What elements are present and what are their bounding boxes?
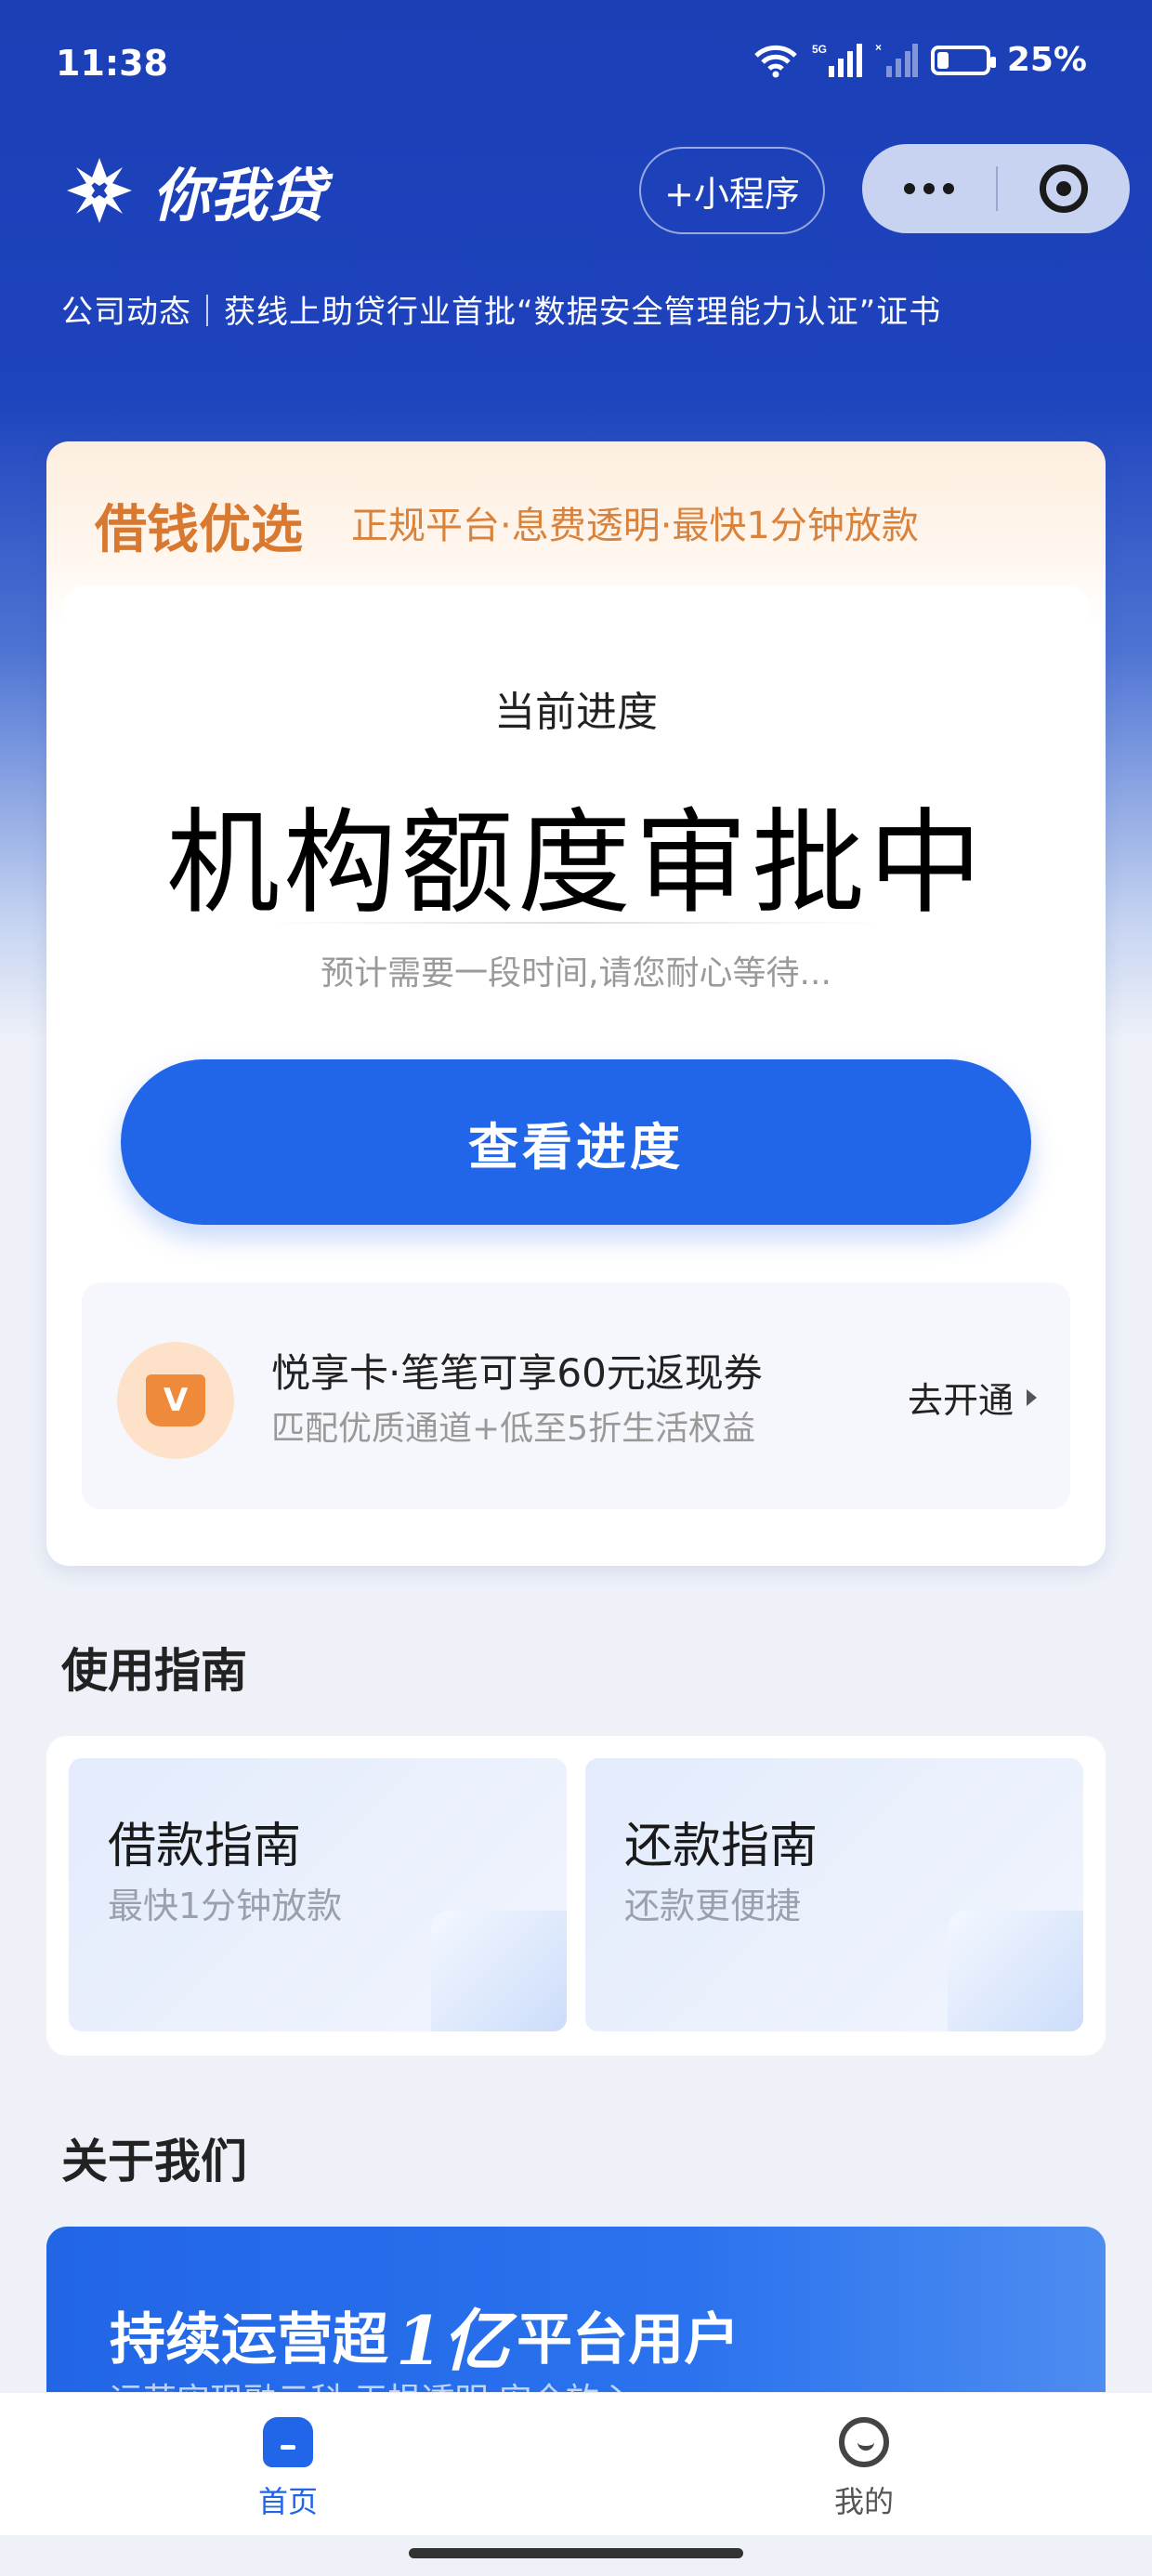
more-menu-button[interactable] xyxy=(862,183,996,194)
banner-prefix: 持续运营超 xyxy=(110,2307,388,2372)
signal-5g-icon: 5G xyxy=(812,43,862,77)
vip-badge: V xyxy=(146,1374,205,1426)
progress-label: 当前进度 xyxy=(494,689,658,736)
tab-mine-label: 我的 xyxy=(833,2484,894,2519)
caret-right-icon xyxy=(1027,1388,1037,1406)
crown-icon: V xyxy=(117,1342,234,1459)
vip-title: 悦享卡·笔笔可享60元返现券 xyxy=(271,1350,763,1396)
home-indicator xyxy=(409,2548,743,2558)
guide-section-title: 使用指南 xyxy=(61,1644,247,1698)
tab-mine[interactable]: 我的 xyxy=(771,2417,957,2521)
guide-card-subtitle: 最快1分钟放款 xyxy=(108,1886,343,1926)
status-time: 11:38 xyxy=(56,43,168,84)
about-section-title: 关于我们 xyxy=(61,2135,247,2188)
battery-percent: 25% xyxy=(1006,41,1087,79)
about-banner-title: 持续运营超 1亿 平台用户 xyxy=(110,2286,740,2384)
banner-highlight: 1亿 xyxy=(396,2301,510,2380)
profile-icon xyxy=(839,2417,889,2467)
repay-guide-card[interactable]: 还款指南 还款更便捷 xyxy=(585,1758,1083,2031)
company-news-ticker[interactable]: 公司动态｜获线上助贷行业首批“数据安全管理能力认证”证书 xyxy=(61,286,941,332)
bottom-tab-bar: 首页 我的 xyxy=(0,2392,1152,2535)
tab-home[interactable]: 首页 xyxy=(195,2417,381,2521)
app-logo: 你我贷 xyxy=(61,149,325,232)
progress-panel: 当前进度 机构额度审批中 预计需要一段时间,请您耐心等待... 查看进度 V 悦… xyxy=(63,585,1089,1533)
close-mini-program-button[interactable] xyxy=(998,164,1130,213)
home-icon xyxy=(263,2417,313,2467)
add-mini-program-button[interactable]: +小程序 xyxy=(639,147,825,234)
status-icons: 5G × 25% xyxy=(753,41,1087,79)
loan-guide-card[interactable]: 借款指南 最快1分钟放款 xyxy=(69,1758,567,2031)
brand-subtitle: 正规平台·息费透明·最快1分钟放款 xyxy=(351,505,919,547)
status-underline xyxy=(268,922,881,924)
logo-mark-icon xyxy=(67,158,132,223)
guide-card-subtitle: 还款更便捷 xyxy=(624,1886,802,1926)
view-progress-button[interactable]: 查看进度 xyxy=(121,1059,1031,1225)
activate-vip-link[interactable]: 去开通 xyxy=(908,1372,1037,1423)
document-illustration-icon xyxy=(431,1911,567,2031)
vip-card-promo[interactable]: V 悦享卡·笔笔可享60元返现券 匹配优质通道+低至5折生活权益 去开通 xyxy=(82,1282,1070,1509)
tab-home-label: 首页 xyxy=(257,2484,318,2519)
battery-icon xyxy=(930,45,996,75)
wallet-illustration-icon xyxy=(948,1911,1083,2031)
wifi-icon xyxy=(754,45,797,77)
brand-title: 借钱优选 xyxy=(95,499,303,560)
approval-status: 机构额度审批中 xyxy=(166,797,986,929)
svg-text:×: × xyxy=(875,42,882,54)
svg-text:5G: 5G xyxy=(812,43,827,56)
guide-panel: 借款指南 最快1分钟放款 还款指南 还款更便捷 xyxy=(46,1736,1106,2056)
target-icon xyxy=(1040,164,1088,213)
activate-label: 去开通 xyxy=(907,1380,1014,1421)
vip-subtitle: 匹配优质通道+低至5折生活权益 xyxy=(271,1410,756,1448)
mini-program-capsule xyxy=(862,144,1130,233)
loan-progress-card: 借钱优选 正规平台·息费透明·最快1分钟放款 当前进度 机构额度审批中 预计需要… xyxy=(46,441,1106,1566)
signal-2-icon: × xyxy=(875,42,918,77)
guide-card-title: 还款指南 xyxy=(624,1819,818,1874)
logo-text: 你我贷 xyxy=(152,162,326,230)
banner-suffix: 平台用户 xyxy=(517,2307,740,2372)
wait-hint: 预计需要一段时间,请您耐心等待... xyxy=(321,954,831,992)
guide-card-title: 借款指南 xyxy=(108,1819,302,1874)
